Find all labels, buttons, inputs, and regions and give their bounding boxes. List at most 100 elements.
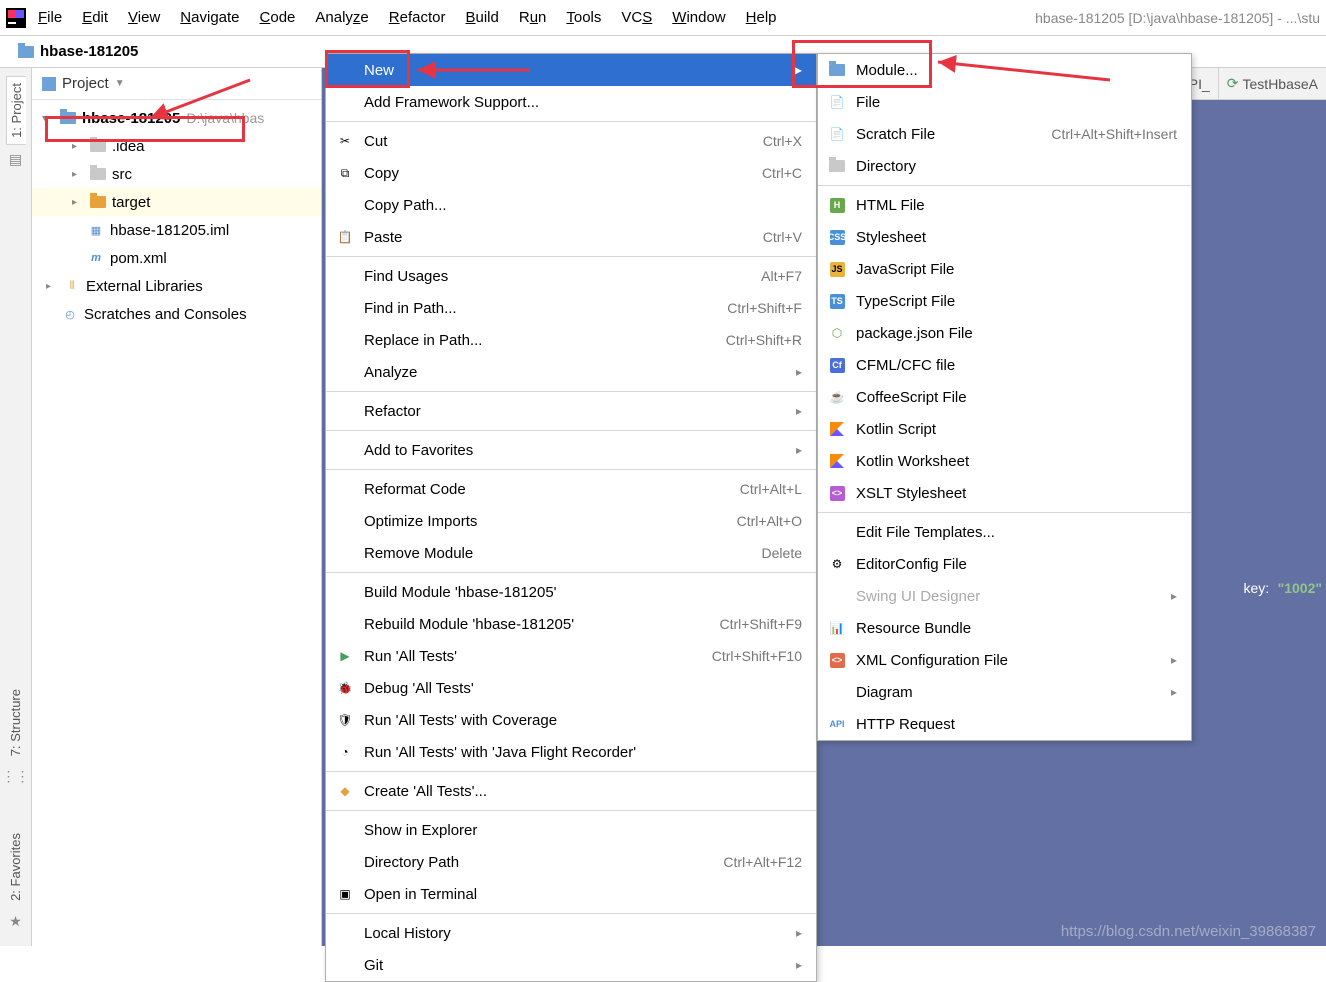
project-icon [42,77,56,91]
ctx-open-terminal[interactable]: ▣Open in Terminal [326,878,816,910]
tree-label: Scratches and Consoles [84,306,247,323]
ctx-find-usages[interactable]: Find UsagesAlt+F7 [326,260,816,292]
sub-kotlin-worksheet[interactable]: Kotlin Worksheet [818,445,1191,477]
sub-cfml[interactable]: CfCFML/CFC file [818,349,1191,381]
side-tab-favorites[interactable]: 2: Favorites [6,827,25,907]
tree-root[interactable]: ▾ hbase-181205 D:\java\hbas [32,104,321,132]
menu-window[interactable]: Window [664,7,733,28]
ctx-jfr[interactable]: ◔Run 'All Tests' with 'Java Flight Recor… [326,736,816,768]
sub-package-json[interactable]: ⬡package.json File [818,317,1191,349]
tree-label: External Libraries [86,278,203,295]
folder-icon: ▤ [9,151,22,168]
menu-analyze[interactable]: Analyze [307,7,376,28]
sub-javascript[interactable]: JSJavaScript File [818,253,1191,285]
kotlin-icon [828,420,846,438]
ctx-coverage[interactable]: 🛡Run 'All Tests' with Coverage [326,704,816,736]
intellij-logo-icon [6,8,26,28]
breadcrumb-root[interactable]: hbase-181205 [40,43,138,60]
ctx-create-tests[interactable]: ◆Create 'All Tests'... [326,775,816,807]
menu-navigate[interactable]: Navigate [172,7,247,28]
sub-xml-config[interactable]: <>XML Configuration File▸ [818,644,1191,676]
iml-file-icon: ▦ [88,222,104,238]
ctx-reformat[interactable]: Reformat CodeCtrl+Alt+L [326,473,816,505]
side-tab-structure[interactable]: 7: Structure [6,683,25,762]
sub-typescript[interactable]: TSTypeScript File [818,285,1191,317]
star-icon: ★ [9,913,22,930]
chevron-right-icon[interactable]: ▸ [72,197,84,208]
ctx-paste[interactable]: 📋PasteCtrl+V [326,221,816,253]
menu-refactor[interactable]: Refactor [381,7,454,28]
menu-help[interactable]: Help [738,7,785,28]
chevron-right-icon: ▸ [1171,685,1177,699]
editor-tab-2[interactable]: ⟳TestHbaseA [1218,68,1326,99]
chevron-right-icon[interactable]: ▸ [72,141,84,152]
ctx-rebuild-module[interactable]: Rebuild Module 'hbase-181205'Ctrl+Shift+… [326,608,816,640]
sub-directory[interactable]: Directory [818,150,1191,182]
chevron-right-icon: ▶ [793,63,802,77]
scratches-icon: ◴ [62,306,78,322]
tree-item-idea[interactable]: ▸.idea [32,132,321,160]
menu-build[interactable]: Build [457,7,506,28]
ctx-directory-path[interactable]: Directory PathCtrl+Alt+F12 [326,846,816,878]
sub-module[interactable]: Module... [818,54,1191,86]
chevron-down-icon[interactable]: ▾ [42,113,54,124]
menu-tools[interactable]: Tools [558,7,609,28]
sub-swing-designer[interactable]: Swing UI Designer▸ [818,580,1191,612]
sub-diagram[interactable]: Diagram▸ [818,676,1191,708]
ctx-cut[interactable]: ✂CutCtrl+X [326,125,816,157]
ctx-local-history[interactable]: Local History▸ [326,917,816,949]
bundle-icon: 📊 [828,619,846,637]
sub-http-request[interactable]: APIHTTP Request [818,708,1191,740]
tree-item-target[interactable]: ▸target [32,188,321,216]
create-icon: ◆ [336,782,354,800]
sub-stylesheet[interactable]: CSSStylesheet [818,221,1191,253]
tree-item-pom[interactable]: mpom.xml [32,244,321,272]
html-icon: H [830,198,845,213]
tree-scratches[interactable]: ◴ Scratches and Consoles [32,300,321,328]
sub-file[interactable]: 📄File [818,86,1191,118]
sub-scratch[interactable]: 📄Scratch FileCtrl+Alt+Shift+Insert [818,118,1191,150]
chevron-right-icon: ▸ [1171,653,1177,667]
menu-code[interactable]: Code [252,7,304,28]
context-menu: New▶ Add Framework Support... ✂CutCtrl+X… [325,53,817,982]
ctx-refactor[interactable]: Refactor▸ [326,395,816,427]
ctx-run[interactable]: ▶Run 'All Tests'Ctrl+Shift+F10 [326,640,816,672]
sub-kotlin-script[interactable]: Kotlin Script [818,413,1191,445]
sub-html[interactable]: HHTML File [818,189,1191,221]
project-panel-header[interactable]: Project ▼ [32,68,321,100]
ctx-git[interactable]: Git▸ [326,949,816,981]
tree-external-libraries[interactable]: ▸⫴External Libraries [32,272,321,300]
ctx-find-in-path[interactable]: Find in Path...Ctrl+Shift+F [326,292,816,324]
ctx-replace-in-path[interactable]: Replace in Path...Ctrl+Shift+R [326,324,816,356]
menu-run[interactable]: Run [511,7,555,28]
ctx-copy[interactable]: ⧉CopyCtrl+C [326,157,816,189]
sub-edit-templates[interactable]: Edit File Templates... [818,516,1191,548]
chevron-right-icon[interactable]: ▸ [46,281,58,292]
project-view-selector[interactable]: Project [62,75,109,92]
ctx-show-explorer[interactable]: Show in Explorer [326,814,816,846]
menu-vcs[interactable]: VCS [613,7,660,28]
chevron-right-icon[interactable]: ▸ [72,169,84,180]
ctx-remove-module[interactable]: Remove ModuleDelete [326,537,816,569]
menu-view[interactable]: View [120,7,168,28]
gear-icon: ⚙ [828,555,846,573]
ctx-optimize-imports[interactable]: Optimize ImportsCtrl+Alt+O [326,505,816,537]
sub-xslt[interactable]: <>XSLT Stylesheet [818,477,1191,509]
sub-coffeescript[interactable]: ☕CoffeeScript File [818,381,1191,413]
jfr-icon: ◔ [336,743,354,761]
tree-item-iml[interactable]: ▦hbase-181205.iml [32,216,321,244]
ctx-add-favorites[interactable]: Add to Favorites▸ [326,434,816,466]
menu-edit[interactable]: Edit [74,7,116,28]
sub-editorconfig[interactable]: ⚙EditorConfig File [818,548,1191,580]
ctx-build-module[interactable]: Build Module 'hbase-181205' [326,576,816,608]
ctx-new[interactable]: New▶ [326,54,816,86]
kotlin-icon [828,452,846,470]
ctx-debug[interactable]: 🐞Debug 'All Tests' [326,672,816,704]
menu-file[interactable]: File [30,7,70,28]
ctx-add-framework[interactable]: Add Framework Support... [326,86,816,118]
side-tab-project[interactable]: 1: Project [6,76,26,145]
tree-item-src[interactable]: ▸src [32,160,321,188]
ctx-analyze[interactable]: Analyze▸ [326,356,816,388]
ctx-copy-path[interactable]: Copy Path... [326,189,816,221]
sub-resource-bundle[interactable]: 📊Resource Bundle [818,612,1191,644]
